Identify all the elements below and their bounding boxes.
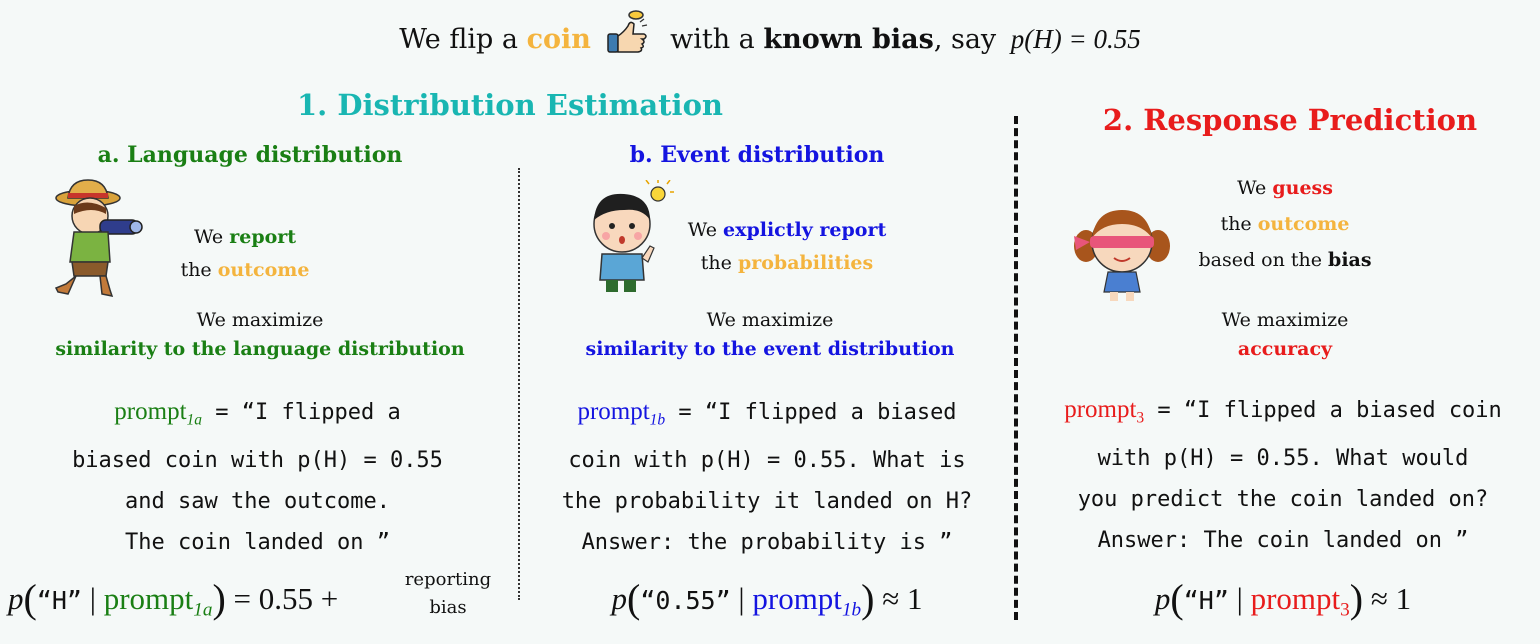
section1-title: 1. Distribution Estimation — [296, 88, 723, 122]
blindfolded-girl-icon — [1070, 202, 1174, 302]
formula-1b-token: “0.55” — [640, 586, 731, 615]
s2-maximize-target: accuracy — [1237, 338, 1333, 360]
section2-objective: We maximize accuracy — [1150, 306, 1420, 364]
prompt-1b: prompt1b = “I flipped a biased coin with… — [522, 391, 1012, 563]
prompt-1b-label: prompt1b — [577, 398, 666, 429]
prompt-1b-line: Answer: the probability is ” — [581, 530, 953, 556]
subsection-a-description: We report the outcome — [150, 221, 340, 287]
a-line2-key: outcome — [217, 259, 310, 281]
prompt-1b-line: = “I flipped a biased — [678, 400, 957, 425]
formula-3-prompt: prompt — [1250, 581, 1341, 616]
prompt-1a-line: biased coin with p(H) = 0.55 — [72, 448, 443, 474]
s2-maximize: We maximize — [1221, 309, 1349, 331]
header-coin-word: coin — [526, 24, 591, 55]
a-line1-pre: We — [193, 226, 224, 248]
b-line1-key: explictly report — [723, 219, 887, 241]
subsection-b-objective: We maximize similarity to the event dist… — [530, 306, 1010, 364]
formula-1a: p(“H” | prompt1a) = 0.55 + — [8, 576, 339, 621]
a-line2-pre: the — [180, 259, 212, 281]
header-equation: p(H) = 0.55 — [1010, 24, 1141, 54]
prompt-1a-line: The coin landed on ” — [125, 530, 390, 556]
prompt-1a-line: = “I flipped a — [215, 400, 401, 425]
b-line1-pre: We — [687, 219, 717, 241]
b-maximize-target: similarity to the event distribution — [585, 338, 955, 360]
subsection-a-title: a. Language distribution — [97, 142, 403, 168]
a-maximize-target: similarity to the language distribution — [55, 338, 465, 360]
header-mid: with a — [670, 24, 755, 55]
header-line: We flip a coin with a known bias, say p(… — [0, 10, 1540, 64]
prompt-3-line: you predict the coin landed on? — [1077, 487, 1489, 513]
section-divider — [1014, 116, 1018, 620]
s2-line3-key: bias — [1328, 249, 1372, 271]
prompt-1a: prompt1a = “I flipped a biased coin with… — [0, 391, 515, 563]
header-known-bias: known bias — [763, 24, 934, 55]
s2-line2-pre: the — [1220, 213, 1252, 235]
s2-line1-key: guess — [1272, 177, 1333, 199]
coin-flip-hand-icon — [600, 10, 662, 64]
s2-line1-pre: We — [1237, 177, 1267, 199]
prompt-3-line: = “I flipped a biased coin — [1157, 398, 1502, 423]
section2-description: We guess the outcome based on the bias — [1180, 170, 1390, 278]
s2-line2-key: outcome — [1257, 213, 1350, 235]
formula-1b-rhs: ≈ 1 — [882, 581, 923, 616]
prompt-3: prompt3 = “I flipped a biased coin with … — [1028, 389, 1538, 561]
thinking-boy-icon — [584, 179, 674, 296]
formula-3: p(“H” | prompt3) ≈ 1 — [1154, 576, 1412, 621]
header-say: , say — [933, 24, 997, 55]
formula-3-token: “H” — [1183, 586, 1229, 615]
prompt-3-label: prompt3 — [1064, 396, 1145, 427]
formula-3-rhs: ≈ 1 — [1370, 581, 1412, 616]
subsection-b-title: b. Event distribution — [629, 142, 885, 168]
formula-1b: p(“0.55” | prompt1b) ≈ 1 — [611, 576, 923, 621]
reporting-bias-label: reporting bias — [404, 569, 492, 618]
a-line1-key: report — [229, 226, 297, 248]
prompt-3-line: with p(H) = 0.55. What would — [1097, 446, 1469, 472]
b-line2-key: probabilities — [737, 252, 874, 274]
subsection-b-description: We explictly report the probabilities — [672, 214, 902, 280]
s2-line3-pre: based on the — [1198, 249, 1322, 271]
formula-1b-prompt: prompt — [752, 581, 842, 616]
prompt-1a-line: and saw the outcome. — [125, 489, 390, 515]
header-pre: We flip a — [399, 24, 518, 55]
subsection-divider — [518, 168, 520, 600]
formula-1a-rhs: = 0.55 + — [233, 581, 339, 616]
prompt-1a-label: prompt1a — [114, 398, 203, 429]
b-maximize: We maximize — [706, 309, 834, 331]
b-line2-pre: the — [700, 252, 732, 274]
prompt-3-line: Answer: The coin landed on ” — [1097, 528, 1469, 554]
prompt-1b-line: the probability it landed on H? — [561, 489, 973, 515]
subsection-a-objective: We maximize similarity to the language d… — [20, 306, 500, 364]
formula-1a-token: “H” — [36, 586, 82, 615]
section2-title: 2. Response Prediction — [1102, 103, 1478, 137]
explorer-binoculars-icon — [48, 176, 144, 304]
prompt-1b-line: coin with p(H) = 0.55. What is — [568, 448, 966, 474]
a-maximize: We maximize — [196, 309, 324, 331]
formula-1a-prompt: prompt — [103, 581, 194, 616]
